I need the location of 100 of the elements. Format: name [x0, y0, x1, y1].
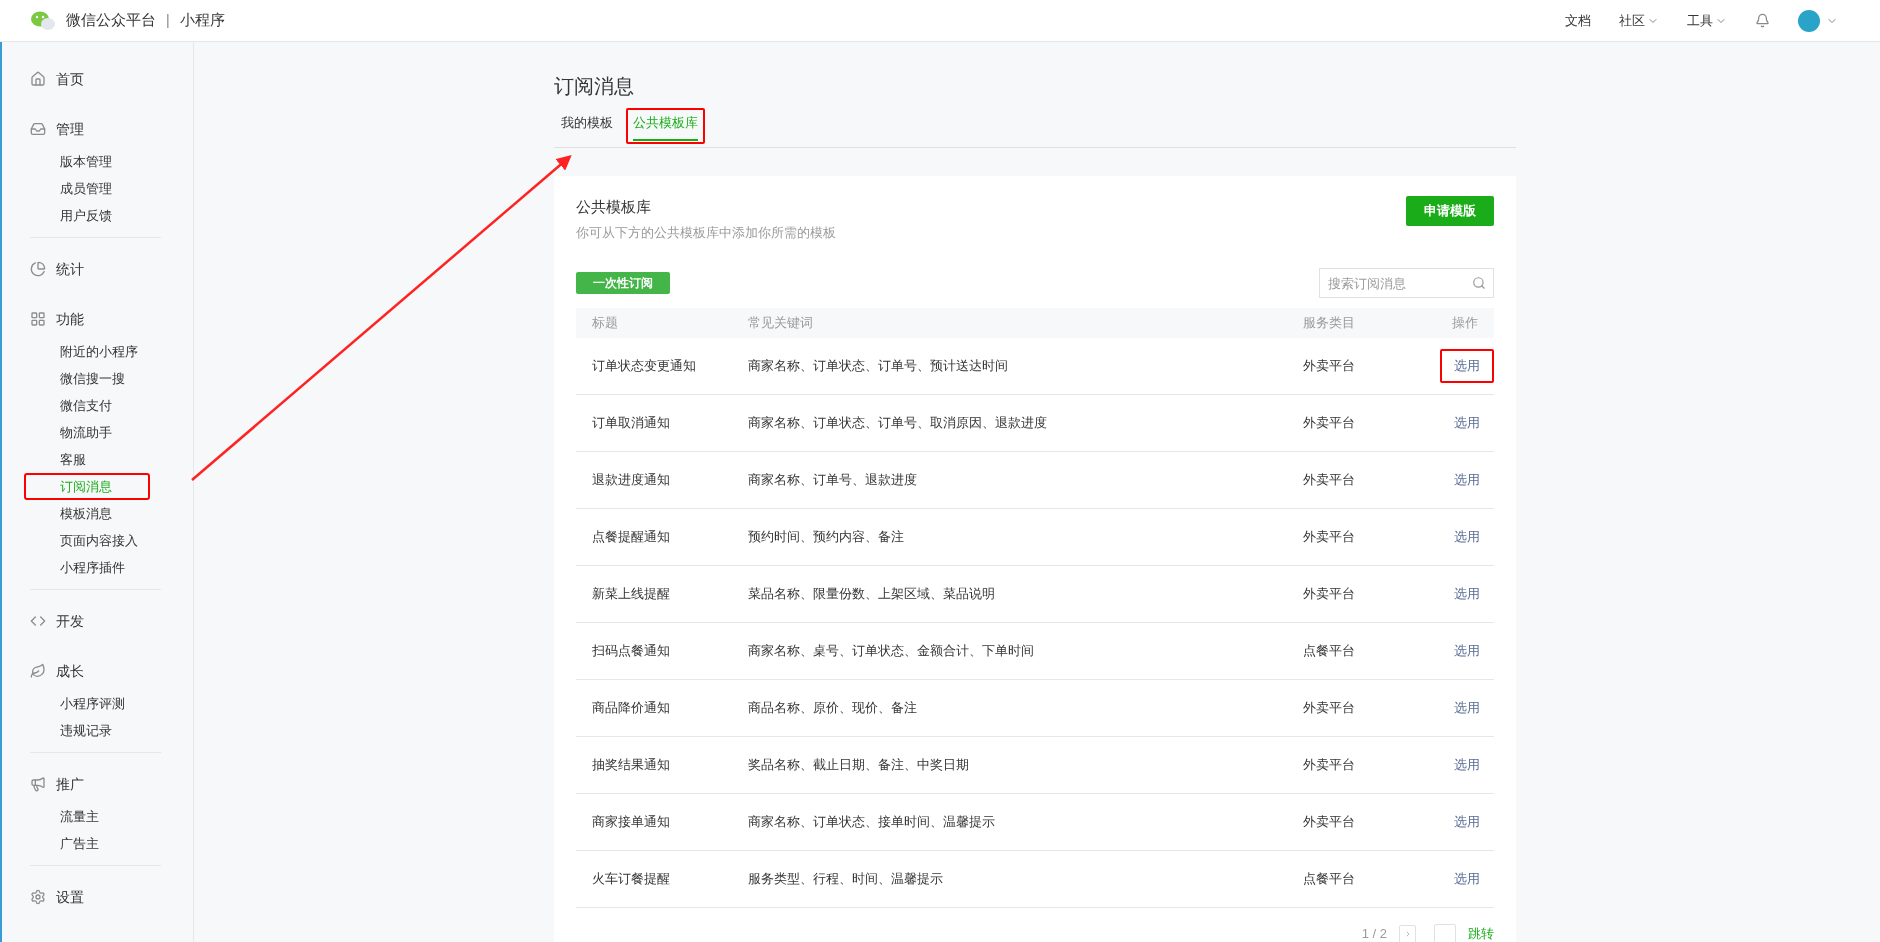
table-cell-text: 订单取消通知: [591, 414, 671, 433]
grid-icon: [30, 311, 46, 327]
column-header: 常见关键词: [748, 314, 814, 333]
avatar[interactable]: [1798, 9, 1820, 32]
top-nav-link[interactable]: 文档: [1565, 10, 1591, 31]
sidebar-section-label: 成长: [56, 661, 84, 681]
select-link[interactable]: 选用: [1440, 463, 1494, 497]
inbox-icon: [30, 121, 46, 137]
next-page-button[interactable]: [1399, 924, 1416, 942]
sidebar-item[interactable]: 小程序评测: [24, 690, 150, 717]
code-icon: [30, 613, 46, 629]
sidebar-item[interactable]: 版本管理: [24, 148, 150, 175]
sidebar-item[interactable]: 页面内容接入: [24, 527, 150, 554]
table-cell-text: 火车订餐提醒: [591, 870, 671, 889]
table-cell-text: 商品降价通知: [591, 699, 671, 718]
sidebar-item[interactable]: 广告主: [24, 830, 150, 857]
sidebar-section-label: 推广: [56, 774, 84, 794]
sidebar-item[interactable]: 成员管理: [24, 175, 150, 202]
brand-separator: |: [166, 11, 170, 30]
table-cell-text: 商家名称、订单状态、订单号、预计送达时间: [748, 357, 1009, 376]
table-cell-text: 商家名称、订单状态、接单时间、温馨提示: [748, 813, 996, 832]
tab[interactable]: 我的模板: [554, 108, 620, 144]
select-link[interactable]: 选用: [1440, 862, 1494, 896]
sidebar-section[interactable]: 成长: [30, 652, 161, 690]
page-input[interactable]: [1434, 924, 1456, 942]
logo-icon: [30, 9, 56, 32]
table-cell-text: 外卖平台: [1303, 585, 1356, 604]
table-cell-text: 点餐平台: [1303, 642, 1356, 661]
sidebar-section[interactable]: 设置: [30, 878, 161, 916]
select-link[interactable]: 选用: [1440, 520, 1494, 554]
product-title: 小程序: [179, 10, 225, 31]
megaphone-icon: [30, 776, 46, 792]
search-icon[interactable]: [1472, 276, 1486, 290]
card-title: 公共模板库: [576, 197, 652, 217]
leaf-icon: [30, 663, 46, 679]
home-icon: [30, 71, 46, 87]
sidebar-section[interactable]: 管理: [30, 110, 161, 148]
table-cell-text: 外卖平台: [1303, 357, 1356, 376]
page-indicator: 1 / 2: [1361, 925, 1387, 942]
table-cell-text: 服务类型、行程、时间、温馨提示: [748, 870, 944, 889]
sidebar-section[interactable]: 首页: [30, 60, 161, 98]
table-cell-text: 奖品名称、截止日期、备注、中奖日期: [748, 756, 970, 775]
sidebar-section[interactable]: 开发: [30, 602, 161, 640]
top-nav-link[interactable]: 社区: [1619, 10, 1659, 31]
table-cell-text: 新菜上线提醒: [591, 585, 671, 604]
sidebar-section[interactable]: 统计: [30, 250, 161, 288]
sidebar-item[interactable]: 违规记录: [24, 717, 150, 744]
table-cell-text: 扫码点餐通知: [591, 642, 671, 661]
sidebar-item[interactable]: 微信支付: [24, 392, 150, 419]
settings-icon: [30, 889, 46, 905]
table-cell-text: 点餐提醒通知: [591, 528, 671, 547]
sidebar-section-label: 统计: [56, 259, 84, 279]
table-cell-text: 商家接单通知: [591, 813, 671, 832]
select-link[interactable]: 选用: [1440, 748, 1494, 782]
top-nav-link[interactable]: 工具: [1687, 10, 1727, 31]
card-subtitle: 你可从下方的公共模板库中添加你所需的模板: [576, 223, 836, 242]
page-title: 订阅消息: [554, 74, 635, 99]
pie-chart-icon: [30, 261, 46, 277]
table-cell-text: 点餐平台: [1303, 870, 1356, 889]
table-cell-text: 商家名称、桌号、订单状态、金额合计、下单时间: [748, 642, 1035, 661]
sidebar-item[interactable]: 微信搜一搜: [24, 365, 150, 392]
sidebar-item[interactable]: 用户反馈: [24, 202, 150, 229]
table-cell-text: 商家名称、订单号、退款进度: [748, 471, 918, 490]
table-cell-text: 外卖平台: [1303, 528, 1356, 547]
sidebar-section-label: 首页: [56, 69, 84, 89]
select-link[interactable]: 选用: [1440, 406, 1494, 440]
table-cell-text: 外卖平台: [1303, 813, 1356, 832]
brand-title[interactable]: 微信公众平台: [66, 9, 156, 32]
sidebar-item[interactable]: 物流助手: [24, 419, 150, 446]
table-cell-text: 退款进度通知: [591, 471, 671, 490]
column-header: 操作: [1451, 314, 1479, 333]
table-cell-text: 抽奖结果通知: [591, 756, 671, 775]
sidebar-item[interactable]: 流量主: [24, 803, 150, 830]
sidebar-section[interactable]: 推广: [30, 765, 161, 803]
select-link[interactable]: 选用: [1440, 805, 1494, 839]
column-header: 服务类目: [1303, 314, 1356, 333]
table-cell-text: 外卖平台: [1303, 699, 1356, 718]
sidebar-item[interactable]: 附近的小程序: [24, 338, 150, 365]
select-link[interactable]: 选用: [1440, 577, 1494, 611]
sidebar-item[interactable]: 小程序插件: [24, 554, 150, 581]
bell-icon[interactable]: [1755, 13, 1770, 28]
sidebar-section-label: 设置: [56, 887, 84, 907]
sidebar-item[interactable]: 模板消息: [24, 500, 150, 527]
table-cell-text: 预约时间、预约内容、备注: [748, 528, 905, 547]
sidebar-section-label: 管理: [56, 119, 84, 139]
sidebar-section-label: 功能: [56, 309, 84, 329]
table-cell-text: 商品名称、原价、现价、备注: [748, 699, 918, 718]
table-cell-text: 菜品名称、限量份数、上架区域、菜品说明: [748, 585, 996, 604]
search-field[interactable]: 搜索订阅消息: [1319, 268, 1494, 298]
select-link[interactable]: 选用: [1440, 691, 1494, 725]
sidebar-section[interactable]: 功能: [30, 300, 161, 338]
sidebar-item[interactable]: 客服: [24, 446, 150, 473]
table-cell-text: 订单状态变更通知: [591, 357, 697, 376]
select-link[interactable]: 选用: [1440, 349, 1494, 383]
table-cell-text: 外卖平台: [1303, 471, 1356, 490]
table-cell-text: 外卖平台: [1303, 414, 1356, 433]
column-header: 标题: [591, 314, 619, 333]
table-cell-text: 外卖平台: [1303, 756, 1356, 775]
sidebar-section-label: 开发: [56, 611, 84, 631]
select-link[interactable]: 选用: [1440, 634, 1494, 668]
